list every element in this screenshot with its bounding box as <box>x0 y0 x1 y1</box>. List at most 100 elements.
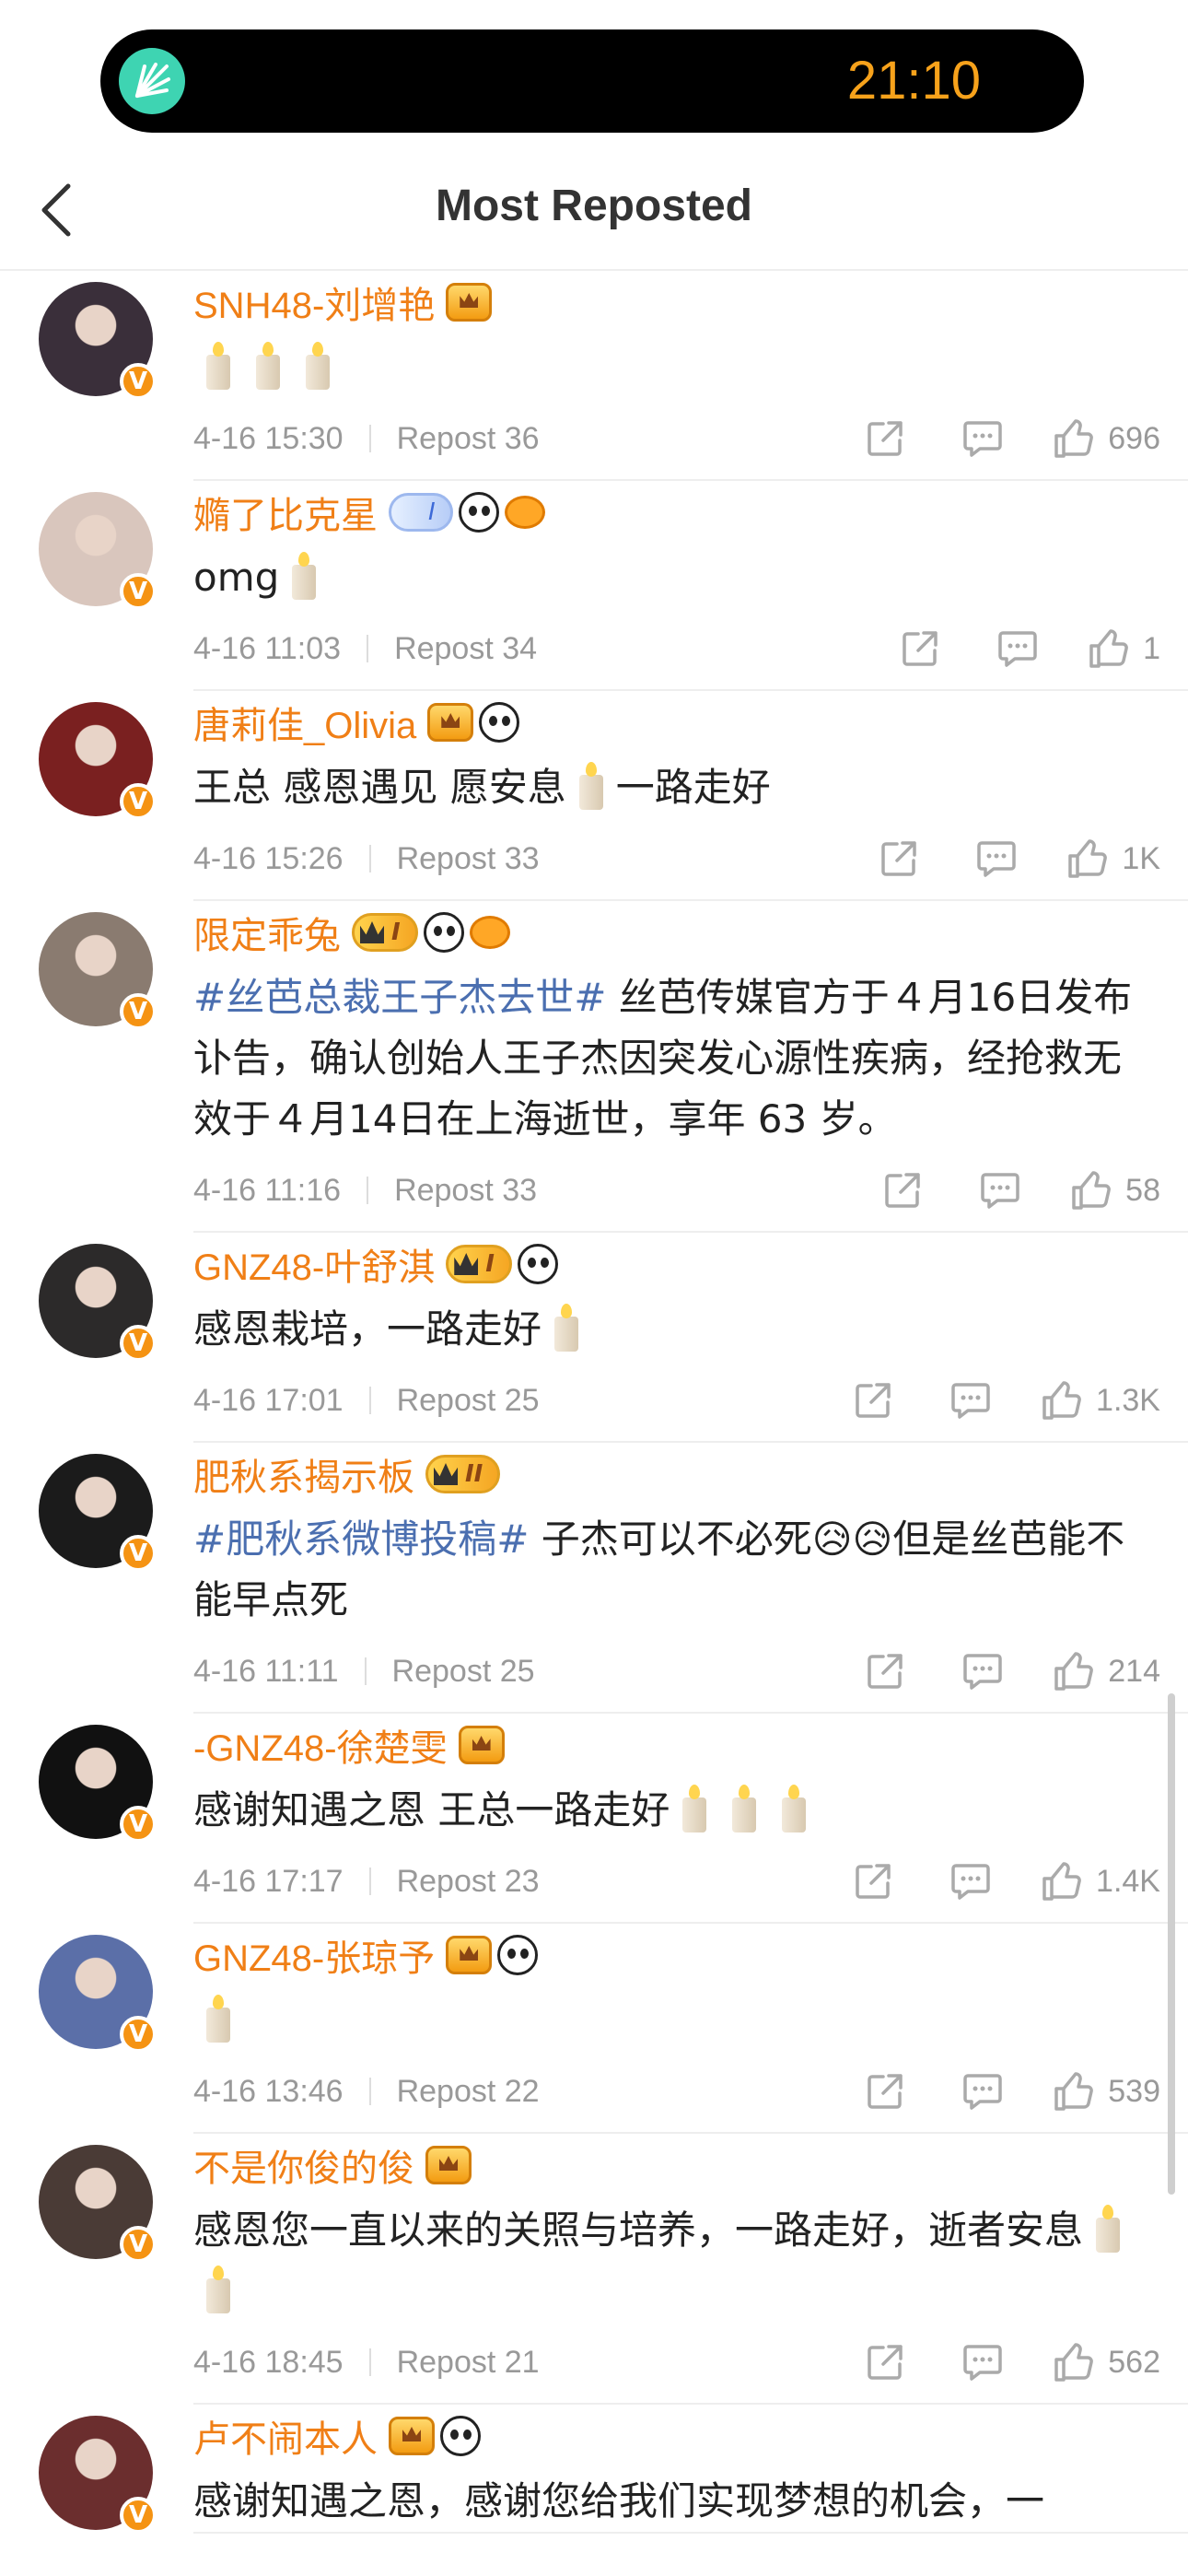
verified-badge-icon: V <box>120 1535 157 1572</box>
share-icon <box>868 2074 903 2109</box>
avatar[interactable]: V <box>39 492 157 610</box>
like-button[interactable]: 58 <box>1070 1169 1160 1212</box>
like-button[interactable]: 1 <box>1088 627 1160 670</box>
name-line: GNZ48-叶舒淇 I <box>193 1233 1188 1292</box>
comment-button[interactable] <box>955 2335 1010 2390</box>
hashtag-link[interactable]: #肥秋系微博投稿# <box>193 1516 529 1562</box>
username[interactable]: 嫷了比克星 <box>193 486 378 539</box>
avatar[interactable]: V <box>39 702 157 820</box>
user-badges: I <box>389 492 545 533</box>
comment-text: 感谢知遇之恩 王总一路走好 <box>193 1773 1188 1841</box>
user-badges: I <box>352 912 510 953</box>
share-button[interactable] <box>845 1854 901 1909</box>
comment-button[interactable] <box>943 1854 998 1909</box>
comment-text <box>193 1983 1188 2051</box>
comment-body-suffix: 一路走好 <box>615 765 771 810</box>
like-button[interactable]: 214 <box>1053 1650 1160 1692</box>
thumbs-up-icon <box>1054 2072 1094 2111</box>
like-button[interactable]: 539 <box>1053 2070 1160 2113</box>
username[interactable]: GNZ48-张琼予 <box>193 1928 435 1982</box>
name-line: -GNZ48-徐楚雯 <box>193 1714 1188 1773</box>
username[interactable]: SNH48-刘增艳 <box>193 275 435 329</box>
thumbs-up-icon <box>1054 1652 1094 1691</box>
username[interactable]: 唐莉佳_Olivia <box>193 696 416 749</box>
candle-emoji-icon <box>302 342 333 390</box>
comment-body: 感谢知遇之恩，感谢您给我们实现梦想的机会，一 <box>193 2478 1045 2523</box>
avatar[interactable]: V <box>39 2416 157 2534</box>
name-line: 唐莉佳_Olivia <box>193 691 1188 750</box>
like-button[interactable]: 696 <box>1053 417 1160 460</box>
share-button[interactable] <box>857 411 913 466</box>
hashtag-link[interactable]: #丝芭总裁王子杰去世# <box>193 975 606 1020</box>
comment-icon <box>963 2345 1003 2381</box>
username[interactable]: 卢不闹本人 <box>193 2409 378 2463</box>
action-bar: 1.3K <box>803 1360 1160 1441</box>
repost-count: Repost 36 <box>396 420 540 456</box>
like-button[interactable]: 1.4K <box>1041 1860 1160 1903</box>
divider <box>367 635 369 662</box>
crown-badge-icon <box>446 1936 493 1974</box>
repost-count: Repost 25 <box>391 1653 535 1689</box>
share-button[interactable] <box>857 2335 913 2390</box>
avatar[interactable]: V <box>39 1935 157 2053</box>
panda-badge-icon <box>440 2416 481 2456</box>
like-button[interactable]: 1.3K <box>1041 1379 1160 1422</box>
action-bar: 539 <box>815 2051 1160 2132</box>
comment-button[interactable] <box>969 831 1024 886</box>
share-button[interactable] <box>845 1373 901 1428</box>
share-icon <box>856 1864 891 1899</box>
comment-meta: 4-16 18:45 Repost 21 562 <box>193 2322 1188 2403</box>
action-bar: 1.4K <box>803 1841 1160 1922</box>
share-button[interactable] <box>871 831 926 886</box>
share-icon <box>885 1173 920 1208</box>
comment-button[interactable] <box>973 1163 1028 1218</box>
fish-badge-icon <box>469 916 510 949</box>
action-bar: 696 <box>815 398 1160 479</box>
comment-meta: 4-16 11:16 Repost 33 58 <box>193 1150 1188 1231</box>
comment-text: omg <box>193 540 1188 608</box>
avatar[interactable]: V <box>39 1725 157 1843</box>
comment-button[interactable] <box>943 1373 998 1428</box>
user-badges <box>446 1935 539 1975</box>
thumbs-up-icon <box>1068 839 1108 878</box>
share-button[interactable] <box>857 2064 913 2119</box>
action-bar: 1 <box>850 608 1160 689</box>
like-count: 696 <box>1108 420 1160 456</box>
candle-emoji-icon <box>203 1995 234 2043</box>
share-button[interactable] <box>892 621 948 676</box>
timestamp: 4-16 11:03 <box>193 630 342 666</box>
share-button[interactable] <box>875 1163 930 1218</box>
avatar[interactable]: V <box>39 1454 157 1572</box>
like-button[interactable]: 1K <box>1066 837 1160 880</box>
comment-button[interactable] <box>955 2064 1010 2119</box>
like-count: 1 <box>1143 630 1160 666</box>
avatar[interactable]: V <box>39 1244 157 1362</box>
comment-button[interactable] <box>955 411 1010 466</box>
like-button[interactable]: 562 <box>1053 2341 1160 2383</box>
comment-icon <box>951 1864 990 1900</box>
username[interactable]: -GNZ48-徐楚雯 <box>193 1718 448 1772</box>
avatar[interactable]: V <box>39 912 157 1030</box>
comment-body: 感谢知遇之恩 王总一路走好 <box>193 1787 670 1832</box>
avatar[interactable]: V <box>39 2145 157 2263</box>
share-icon <box>856 1383 891 1418</box>
app-icon <box>119 48 185 114</box>
scrollbar[interactable] <box>1168 1693 1175 2195</box>
crown-badge-icon <box>427 703 474 742</box>
comment-button[interactable] <box>990 621 1045 676</box>
comment-meta: 4-16 15:26 Repost 33 1K <box>193 818 1188 899</box>
repost-count: Repost 34 <box>394 630 538 666</box>
username[interactable]: 不是你俊的俊 <box>193 2138 414 2192</box>
username[interactable]: GNZ48-叶舒淇 <box>193 1237 435 1291</box>
avatar[interactable]: V <box>39 282 157 400</box>
list-item: V 唐莉佳_Olivia 王总 感恩遇见 愿安息 一路走好 4-16 15:26 Repo… <box>39 691 1188 901</box>
username[interactable]: 限定乖兔 <box>193 906 341 959</box>
username[interactable]: 肥秋系揭示板 <box>193 1447 414 1501</box>
divider <box>367 1177 369 1204</box>
comment-button[interactable] <box>955 1644 1010 1699</box>
share-button[interactable] <box>857 1644 913 1699</box>
repost-count: Repost 22 <box>396 2073 540 2109</box>
comment-meta: 4-16 13:46 Repost 22 539 <box>193 2051 1188 2132</box>
list-item: V 卢不闹本人感谢知遇之恩，感谢您给我们实现梦想的机会，一 <box>39 2405 1188 2534</box>
list-item: V SNH48-刘增艳 4-16 15:30 Repost 36 696 <box>39 271 1188 481</box>
